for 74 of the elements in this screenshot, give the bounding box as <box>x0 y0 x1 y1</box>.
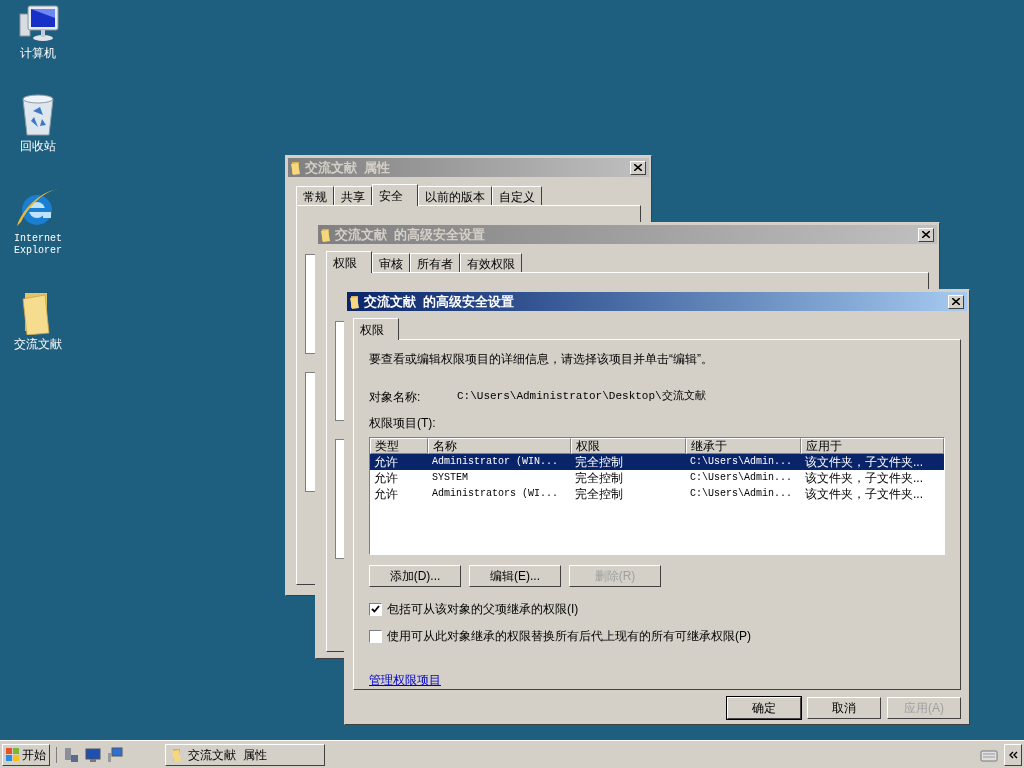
icon-label[interactable]: 回收站 <box>20 140 56 152</box>
column-header[interactable]: 继承于 <box>686 438 801 454</box>
table-cell-text: 允许 <box>373 470 399 486</box>
tab[interactable]: 权限 <box>326 251 372 273</box>
taskbar-item[interactable]: 交流文献 属性 <box>165 743 325 766</box>
table-cell-text: 该文件夹，子文件夹... <box>804 470 924 486</box>
table-cell-text: 该文件夹，子文件夹... <box>804 486 924 502</box>
icon-label[interactable]: Internet Explorer <box>8 233 68 257</box>
window-title: 交流文献 的高级安全设置 <box>335 225 487 244</box>
dialog-button[interactable]: 编辑(E)... <box>469 565 561 587</box>
dialog-button[interactable]: 确定 <box>727 697 801 719</box>
close-icon <box>922 231 930 238</box>
check-icon <box>371 605 380 613</box>
permission-row[interactable]: 允许 Administrators (WI... 完全控制 C:\Users\Admin... 该文件夹，子文件夹... <box>370 486 944 502</box>
table-cell-text: SYSTEM <box>431 471 469 485</box>
server-manager-icon[interactable] <box>63 746 79 763</box>
close-button[interactable] <box>948 294 964 309</box>
column-header[interactable]: 应用于 <box>801 438 944 454</box>
tab[interactable]: 安全 <box>372 184 418 206</box>
column-header[interactable]: 类型 <box>370 438 428 454</box>
computers-icon[interactable] <box>107 746 123 763</box>
close-button[interactable] <box>918 227 934 242</box>
double-chevron-icon <box>1008 750 1018 759</box>
folder-icon <box>350 294 360 309</box>
close-icon <box>634 164 642 171</box>
table-cell-text: Administrators (WI... <box>431 487 560 501</box>
tab[interactable]: 所有者 <box>410 253 460 272</box>
checkbox-label: 包括可从该对象的父项继承的权限(I) <box>387 601 579 618</box>
table-cell-text: C:\Users\Admin... <box>689 487 794 501</box>
close-button[interactable] <box>630 160 646 175</box>
checkbox[interactable] <box>369 602 382 616</box>
column-header[interactable]: 权限 <box>571 438 686 454</box>
window-title: 交流文献 属性 <box>305 158 392 177</box>
entries-label: 权限项目(T): <box>369 415 437 432</box>
manage-link[interactable]: 管理权限项目 <box>369 671 441 689</box>
desktop-icon[interactable] <box>85 746 101 763</box>
folder-icon <box>291 160 301 175</box>
table-cell-text: C:\Users\Admin... <box>689 471 794 485</box>
tab[interactable]: 自定义 <box>492 186 542 205</box>
tab[interactable]: 常规 <box>296 186 334 205</box>
tab[interactable]: 有效权限 <box>460 253 522 272</box>
folder-icon <box>172 747 182 762</box>
trash-bin-icon <box>20 93 56 137</box>
table-cell-text: 允许 <box>373 454 399 470</box>
icon-label[interactable]: 交流文献 <box>14 338 62 350</box>
expand-tray-button[interactable] <box>1004 743 1022 766</box>
close-icon <box>952 298 960 305</box>
column-header[interactable]: 名称 <box>428 438 571 454</box>
window-title: 交流文献 的高级安全设置 <box>364 292 516 311</box>
table-cell-text: Administrator (WIN... <box>431 455 560 469</box>
windows-logo-icon <box>6 747 20 762</box>
table-cell-text: 该文件夹，子文件夹... <box>804 454 924 470</box>
computer-icon <box>16 4 60 44</box>
tab[interactable]: 以前的版本 <box>418 186 492 205</box>
checkbox[interactable] <box>369 629 382 643</box>
instruction-text: 要查看或编辑权限项目的详细信息，请选择该项目并单击“编辑”。 <box>369 351 714 368</box>
start-button[interactable]: 开始 <box>2 743 50 766</box>
object-path: C:\Users\Administrator\Desktop\交流文献 <box>457 389 706 404</box>
table-cell-text: 完全控制 <box>574 454 624 470</box>
permission-row[interactable]: 允许 Administrator (WIN... 完全控制 C:\Users\Admin... 该文件夹，子文件夹... <box>370 454 944 470</box>
dialog-button[interactable]: 添加(D)... <box>369 565 461 587</box>
icon-label[interactable]: 计算机 <box>20 47 56 59</box>
tab[interactable]: 权限 <box>353 318 399 340</box>
permission-row[interactable]: 允许 SYSTEM 完全控制 C:\Users\Admin... 该文件夹，子文件夹... <box>370 470 944 486</box>
tab[interactable]: 共享 <box>334 186 372 205</box>
checkbox-label: 使用可从此对象继承的权限替换所有后代上现有的所有可继承权限(P) <box>387 628 751 645</box>
object-label: 对象名称: <box>369 389 422 406</box>
table-cell-text: C:\Users\Admin... <box>689 455 794 469</box>
dialog-button[interactable]: 取消 <box>807 697 881 719</box>
table-cell-text: 完全控制 <box>574 486 624 502</box>
folder-icon <box>321 227 331 242</box>
table-cell-text: 允许 <box>373 486 399 502</box>
table-cell-text: 完全控制 <box>574 470 624 486</box>
tab[interactable]: 审核 <box>372 253 410 272</box>
